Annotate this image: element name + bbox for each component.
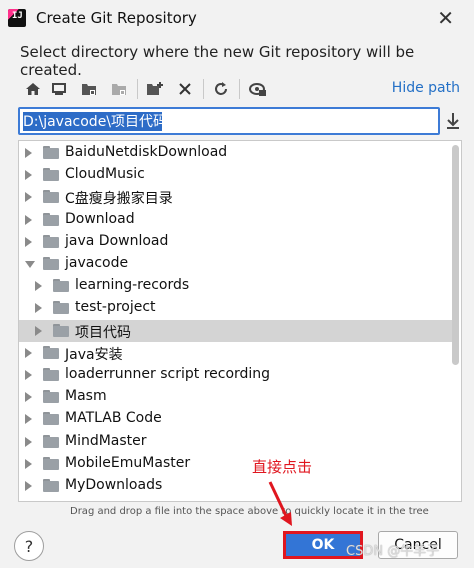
tree-row[interactable]: javacode [19,253,455,275]
collapsed-arrow-icon[interactable] [25,436,32,447]
tree-row[interactable]: loaderrunner script recording [19,364,455,386]
tree-row-label: C盘瘦身搬家目录 [65,191,173,208]
annotation-arrow-icon [268,481,292,526]
file-chooser-toolbar: Hide path [18,74,464,104]
collapsed-arrow-icon[interactable] [35,281,42,292]
collapsed-arrow-icon[interactable] [25,214,32,225]
new-folder-icon[interactable] [144,78,166,100]
directory-tree[interactable]: MyDownloads MobileEmuMaster MindMaster MATL… [18,140,462,502]
folder-icon [43,456,59,470]
folder-icon [43,345,59,359]
tree-row[interactable]: Download [19,209,455,231]
delete-icon[interactable] [174,78,196,100]
tree-row-label: Java安装 [65,346,123,363]
toolbar-separator [137,79,138,99]
tree-row[interactable]: MATLAB Code [19,408,455,430]
download-arrow-icon[interactable] [443,110,463,132]
collapsed-arrow-icon[interactable] [35,325,42,336]
path-input[interactable] [22,111,434,131]
folder-icon [43,412,59,426]
title-bar: IJ Create Git Repository ✕ [0,0,474,36]
folder-icon [43,234,59,248]
tree-row-label: loaderrunner script recording [65,366,271,382]
tree-row-label: MATLAB Code [65,410,162,427]
tree-row-label: 项目代码 [75,324,131,341]
tree-row[interactable]: CloudMusic [19,164,455,186]
folder-icon [43,368,59,381]
folder-icon [53,279,69,293]
folder-icon [43,212,59,226]
folder-icon [53,301,69,315]
annotation-text: 直接点击 [252,458,313,476]
tree-row-label: BaiduNetdiskDownload [65,144,228,160]
folder-icon [43,168,59,182]
tree-row-label: javacode [65,255,129,271]
watermark: CSDN @牛羊子 [346,544,440,559]
tree-row-label: java Download [65,232,169,249]
tree-row[interactable]: BaiduNetdiskDownload [19,142,455,164]
collapsed-arrow-icon[interactable] [25,148,32,158]
hide-path-link[interactable]: Hide path [392,80,460,96]
tree-row-label: MyDownloads [65,477,163,493]
desktop-icon[interactable] [48,78,70,100]
collapsed-arrow-icon[interactable] [25,192,32,203]
help-button[interactable]: ? [14,531,44,561]
collapsed-arrow-icon[interactable] [25,392,32,403]
folder-icon [53,323,69,337]
tree-row-selected[interactable]: 项目代码 [19,319,455,342]
collapsed-arrow-icon[interactable] [25,458,32,469]
refresh-icon[interactable] [210,78,232,100]
tree-row[interactable]: MobileEmuMaster [19,453,455,475]
create-git-repository-dialog: IJ Create Git Repository ✕ Select direct… [0,0,474,568]
close-icon[interactable]: ✕ [437,6,454,30]
folder-icon [43,479,59,492]
home-icon[interactable] [22,78,44,100]
collapsed-arrow-icon[interactable] [35,303,42,314]
project-folder-icon[interactable] [78,78,100,100]
tree-row-label: Download [65,210,135,227]
folder-icon [43,390,59,404]
collapsed-arrow-icon[interactable] [25,170,32,181]
path-field[interactable] [18,107,440,135]
tree-row-label: MindMaster [65,432,147,449]
module-folder-icon[interactable] [108,78,130,100]
tree-row[interactable]: test-project [19,297,455,319]
collapsed-arrow-icon[interactable] [25,481,32,491]
folder-icon [43,257,59,270]
tree-row[interactable]: learning-records [19,275,455,297]
tree-row[interactable]: MyDownloads [19,475,455,497]
tree-row[interactable]: MindMaster [19,431,455,453]
intellij-app-icon: IJ [8,9,26,27]
tree-row-label: Masm [65,388,107,405]
tree-row-label: MobileEmuMaster [65,454,191,471]
collapsed-arrow-icon[interactable] [25,414,32,425]
toolbar-separator [203,79,204,99]
collapsed-arrow-icon[interactable] [25,370,32,380]
tree-row-label: test-project [75,299,156,316]
toolbar-separator [239,79,240,99]
drag-drop-hint: Drag and drop a file into the space abov… [70,506,429,517]
folder-icon [43,190,59,204]
show-hidden-icon[interactable] [247,78,269,100]
collapsed-arrow-icon[interactable] [25,236,32,247]
tree-row-label: CloudMusic [65,166,145,183]
tree-row[interactable]: C盘瘦身搬家目录 [19,186,455,208]
tree-row[interactable]: Java安装 [19,342,455,364]
folder-icon [43,146,59,159]
expanded-arrow-icon[interactable] [25,261,35,268]
folder-icon [43,434,59,448]
dialog-title: Create Git Repository [36,9,197,27]
tree-row[interactable]: java Download [19,231,455,253]
tree-row[interactable]: Masm [19,386,455,408]
tree-scrollbar[interactable] [452,145,459,365]
tree-row-label: learning-records [75,277,190,294]
collapsed-arrow-icon[interactable] [25,347,32,358]
